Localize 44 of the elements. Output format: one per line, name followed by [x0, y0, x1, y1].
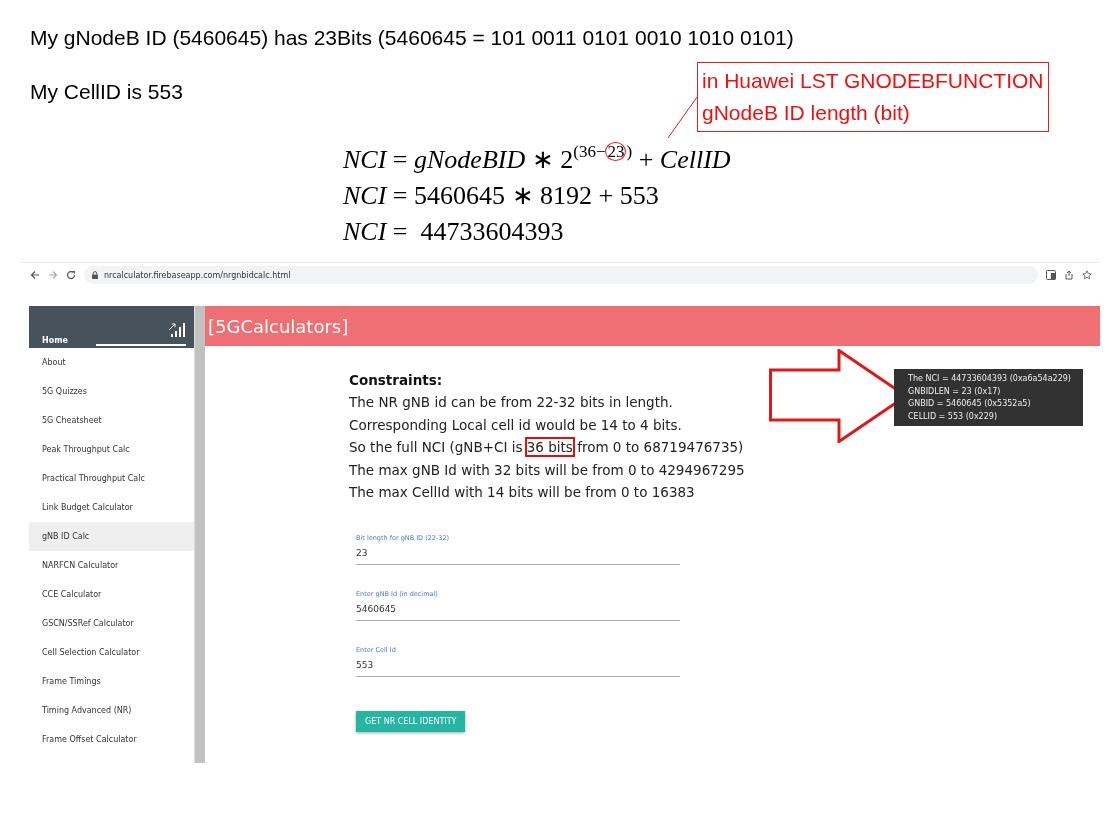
constraint-text: The max CellId with 14 bits will be from 0 to 16383 — [349, 483, 695, 502]
result-text: CELLID = 553 (0x229) — [908, 411, 998, 421]
sidebar-item[interactable]: Practical Throughput Calc — [29, 464, 194, 493]
home-link[interactable]: Home — [42, 336, 68, 346]
field-value: 5460645 — [356, 603, 398, 614]
back-icon[interactable] — [30, 270, 40, 280]
url-text: nrcalculator.firebaseapp.com/nrgnbidcalc.html — [104, 270, 291, 280]
sidebar-item[interactable]: NARFCN Calculator — [29, 551, 194, 580]
callout-text: in Huawei LST GNODEBFUNCTION — [702, 68, 1044, 94]
sidebar-item[interactable]: Cell Selection Calculator — [29, 638, 194, 667]
constraint-text: So the full NCI (gNB+CI is 36 bits from 0 to 68719476735) — [349, 438, 744, 457]
address-bar[interactable]: nrcalculator.firebaseapp.com/nrgnbidcalc.html — [84, 266, 1038, 284]
result-text: The NCI = 44733604393 (0xa6a54a229) — [908, 374, 1071, 383]
reload-icon[interactable] — [66, 270, 76, 280]
sidebar-item[interactable]: 5G Quizzes — [29, 377, 194, 406]
sidebar-item[interactable]: 5G Cheatsheet — [29, 406, 194, 435]
result-text: GNBIDLEN = 23 (0x17) — [908, 386, 1002, 396]
sidebar-item[interactable]: Frame Timings — [29, 667, 194, 696]
constraint-text: Corresponding Local cell id would be 14 to 4 bits. — [349, 415, 682, 435]
sidebar-item[interactable]: Frame Offset Calculator — [29, 725, 194, 754]
result-text: GNBID = 5460645 (0x5352a5) — [908, 399, 1032, 408]
sidebar-item[interactable]: gNB ID Calc — [29, 522, 194, 551]
scrollbar[interactable] — [194, 306, 205, 763]
sidebar-item[interactable]: Link Budget Calculator — [29, 493, 194, 522]
constraint-text: The NR gNB id can be from 22-32 bits in length. — [349, 393, 673, 412]
signal-icon — [168, 321, 186, 337]
field-value: 23 — [356, 547, 369, 558]
app-header: [5GCalculators] — [205, 306, 1100, 346]
constraint-text: The max gNB Id with 32 bits will be from 0 to 4294967295 — [349, 460, 745, 480]
note-text: My gNodeB ID (5460645) has 23Bits (5460645 = 101 0011 0101 0010 1010 0101) — [30, 26, 794, 50]
share-icon[interactable] — [1064, 270, 1074, 280]
field-value: 553 — [356, 659, 375, 670]
equation: NCI = 44733604393 — [343, 216, 565, 248]
lock-icon — [92, 271, 98, 279]
note-text: My CellID is 553 — [30, 80, 183, 104]
star-icon[interactable] — [1082, 270, 1092, 280]
sidebar-item[interactable]: GSCN/SSRef Calculator — [29, 609, 194, 638]
constraints-title: Constraints: — [349, 372, 443, 388]
equation: NCI = 5460645 ∗ 8192 + 553 — [343, 180, 660, 212]
callout-text: gNodeB ID length (bit) — [702, 100, 911, 126]
sidebar-item[interactable]: About — [29, 348, 194, 377]
sidebar-item[interactable]: Peak Throughput Calc — [29, 435, 194, 464]
sidebar-item[interactable]: Timing Advanced (NR) — [29, 696, 194, 725]
sidebar-item[interactable]: CCE Calculator — [29, 580, 194, 609]
